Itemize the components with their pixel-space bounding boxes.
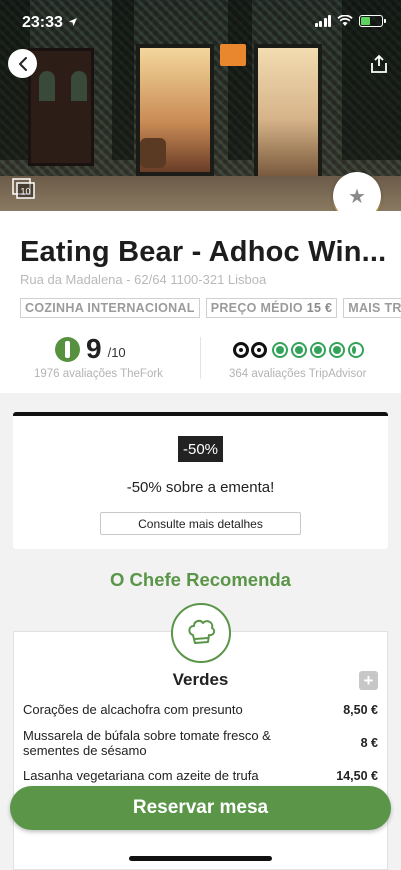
- battery-icon: [359, 15, 386, 27]
- tripadvisor-bubbles: [272, 342, 364, 358]
- shop-sign: [220, 44, 246, 66]
- thefork-review-count: 1976 avaliações TheFork: [34, 368, 163, 380]
- tag-cuisine: COZINHA INTERNACIONAL: [20, 298, 200, 318]
- expand-section-button[interactable]: +: [359, 671, 378, 690]
- dish-price: 8,50 €: [343, 702, 378, 717]
- wooden-door: [28, 48, 94, 166]
- dish-price: 8 €: [360, 736, 378, 750]
- rating-bubble: [272, 342, 288, 358]
- dish-price: 14,50 €: [336, 768, 378, 783]
- menu-section-title: Verdes: [172, 670, 229, 689]
- rating-bubble: [291, 342, 307, 358]
- dish-name: Corações de alcachofra com presunto: [23, 702, 243, 717]
- wifi-icon: [337, 15, 353, 26]
- menu-item: Corações de alcachofra com presunto 8,50…: [23, 701, 378, 718]
- tag-average-price: PREÇO MÉDIO 15 €: [205, 298, 338, 318]
- dish-name: Mussarela de búfala sobre tomate fresco …: [23, 728, 271, 758]
- thefork-score: 9: [86, 333, 102, 364]
- status-bar: 23:33: [0, 0, 401, 46]
- photo-count: 10: [20, 187, 30, 197]
- system-icons: [314, 15, 386, 27]
- restaurant-address[interactable]: Rua da Madalena - 62/64 1100-321 Lisboa: [20, 272, 266, 287]
- thefork-score-max: /10: [107, 345, 126, 360]
- restaurant-tags: COZINHA INTERNACIONAL PREÇO MÉDIO 15 € M…: [20, 298, 401, 318]
- tripadvisor-rating[interactable]: [233, 340, 364, 360]
- rating-bubble: [348, 342, 364, 358]
- menu-item: Mussarela de búfala sobre tomate fresco …: [23, 728, 378, 758]
- gallery-button[interactable]: 10: [12, 178, 36, 200]
- discount-badge: -50%: [178, 436, 223, 462]
- barrel: [140, 138, 166, 168]
- share-icon[interactable]: [368, 53, 390, 75]
- chevron-left-icon: [18, 56, 27, 71]
- tripadvisor-review-count: 364 avaliações TripAdvisor: [229, 368, 367, 380]
- status-time: 23:33: [22, 14, 63, 31]
- reserve-table-button[interactable]: Reservar mesa: [10, 786, 391, 830]
- tag-more: MAIS TR: [343, 298, 401, 318]
- thefork-logo-icon: [55, 337, 80, 362]
- thefork-rating[interactable]: 9 /10: [55, 333, 126, 364]
- door-window: [39, 71, 55, 101]
- home-indicator: [129, 856, 272, 861]
- restaurant-name: Eating Bear - Adhoc Win...: [20, 236, 387, 268]
- offer-details-button[interactable]: Consulte mais detalhes: [100, 512, 301, 535]
- photo-gallery-icon: 10: [12, 178, 35, 199]
- back-button[interactable]: [8, 49, 37, 78]
- tripadvisor-owl-icon: [233, 340, 269, 360]
- dish-name: Lasanha vegetariana com azeite de trufa: [23, 768, 259, 783]
- offer-text: -50% sobre a ementa!: [126, 479, 275, 496]
- menu-item: Lasanha vegetariana com azeite de trufa …: [23, 767, 378, 784]
- chef-hat-icon: [171, 603, 231, 663]
- star-icon: ★: [348, 185, 366, 208]
- rating-bubble: [329, 342, 345, 358]
- door-window: [71, 71, 87, 101]
- chef-recommends-title: O Chefe Recomenda: [110, 569, 291, 590]
- signal-icon: [314, 15, 331, 27]
- ratings-divider: [200, 337, 201, 379]
- rating-bubble: [310, 342, 326, 358]
- location-arrow-icon: [69, 18, 77, 26]
- shop-window: [254, 44, 322, 180]
